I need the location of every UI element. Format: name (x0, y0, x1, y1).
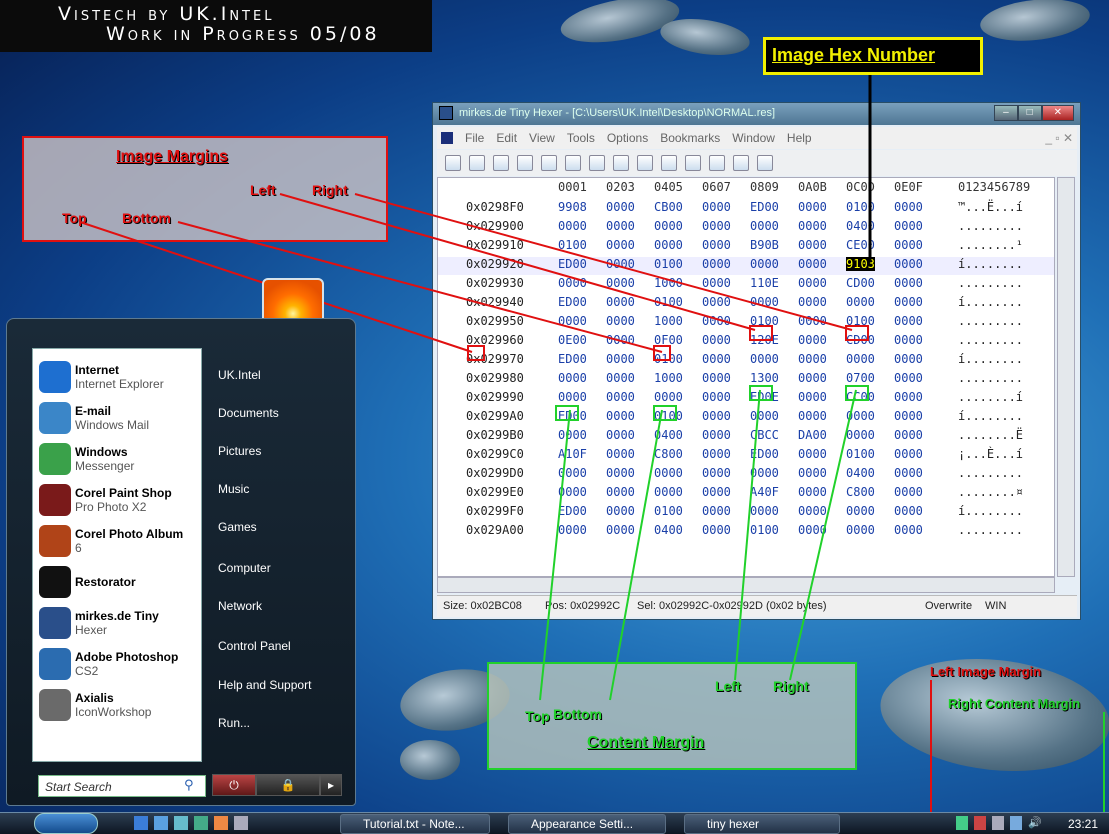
start-menu-link[interactable]: Control Panel (218, 639, 291, 653)
quicklaunch-icon[interactable] (174, 816, 188, 830)
tray-icon[interactable] (992, 816, 1004, 830)
iconworkshop-icon (39, 689, 71, 721)
mail-icon (39, 402, 71, 434)
start-button[interactable] (34, 813, 98, 834)
program-name: Internet (75, 363, 120, 377)
program-sub: Pro Photo X2 (75, 500, 147, 514)
program-name: Restorator (75, 575, 136, 589)
photo-album-icon (39, 525, 71, 557)
arrow-right-icon: ▶ (40, 736, 50, 750)
lock-button[interactable]: 🔒 (256, 774, 320, 796)
start-program-item[interactable]: Corel Photo Album 6 (33, 521, 201, 561)
taskbar-item-label: Tutorial.txt - Note... (363, 817, 465, 831)
taskbar-item-notepad[interactable]: Tutorial.txt - Note... (340, 814, 490, 834)
image-bottom-marker (653, 345, 671, 361)
start-menu-link[interactable]: Documents (218, 406, 279, 420)
paint-shop-icon (39, 484, 71, 516)
start-menu-link[interactable]: Help and Support (218, 678, 311, 692)
content-right-line (789, 389, 857, 681)
program-sub: Internet Explorer (75, 377, 164, 391)
start-program-item[interactable]: Restorator (33, 562, 201, 602)
quicklaunch-icon[interactable] (214, 816, 228, 830)
program-name: Corel Photo Album (75, 527, 184, 541)
start-menu-programs: Internet Internet Explorer E-mail Windows M… (32, 348, 202, 762)
start-menu-link[interactable]: Music (218, 482, 249, 496)
start-program-item[interactable]: Axialis IconWorkshop (33, 685, 201, 725)
content-right-marker (845, 385, 869, 401)
image-right-line (354, 193, 853, 331)
volume-icon[interactable]: 🔊 (1028, 816, 1042, 830)
content-bottom-line (609, 409, 663, 701)
taskbar-item-label: Appearance Setti... (531, 817, 634, 831)
program-name: E-mail (75, 404, 112, 418)
start-program-item[interactable]: Windows Messenger (33, 439, 201, 479)
program-sub: Hexer (75, 623, 108, 637)
program-sub: CS2 (75, 664, 99, 678)
quicklaunch-icon[interactable] (234, 816, 248, 830)
clock[interactable]: 23:21 (1068, 817, 1098, 831)
taskbar-item-label: tiny hexer (707, 817, 760, 831)
system-tray: 🔊 (956, 816, 1042, 830)
tray-icon[interactable] (974, 816, 986, 830)
start-program-item[interactable]: Adobe Photoshop CS2 (33, 644, 201, 684)
program-name: Axialis (75, 691, 114, 705)
messenger-icon (39, 443, 71, 475)
internet-explorer-icon (39, 361, 71, 393)
quicklaunch-icon[interactable] (154, 816, 168, 830)
image-left-marker (749, 325, 773, 341)
power-options-button[interactable]: ▸ (320, 774, 342, 796)
start-program-item[interactable]: mirkes.de Tiny Hexer (33, 603, 201, 643)
program-name: Windows (75, 445, 128, 459)
content-top-line (539, 409, 571, 701)
start-menu-link[interactable]: Run... (218, 716, 250, 730)
content-top-marker (555, 405, 579, 421)
content-bottom-marker (653, 405, 677, 421)
photoshop-icon (39, 648, 71, 680)
content-left-marker (749, 385, 773, 401)
image-top-marker (467, 345, 485, 361)
power-button[interactable]: ⏻ (212, 774, 256, 796)
start-program-item[interactable]: E-mail Windows Mail (33, 398, 201, 438)
program-sub: Windows Mail (75, 418, 150, 432)
start-search-input[interactable]: Start Search (38, 775, 206, 797)
taskbar-item-appearance[interactable]: Appearance Setti... (508, 814, 666, 834)
program-name: Adobe Photoshop (75, 650, 179, 664)
quicklaunch-icon[interactable] (134, 816, 148, 830)
taskbar-item-tiny-hexer[interactable]: tiny hexer (684, 814, 840, 834)
restorator-icon (39, 566, 71, 598)
network-icon[interactable] (1010, 816, 1022, 830)
program-sub: Messenger (75, 459, 135, 473)
tray-icon[interactable] (956, 816, 968, 830)
start-program-item[interactable]: Corel Paint Shop Pro Photo X2 (33, 480, 201, 520)
start-menu-link[interactable]: Network (218, 599, 262, 613)
quick-launch (134, 816, 324, 832)
search-icon[interactable]: ⚲ (184, 778, 194, 793)
all-programs-label: All Programs (67, 736, 142, 750)
program-name: mirkes.de Tiny (75, 609, 159, 623)
image-right-marker (845, 325, 869, 341)
quicklaunch-icon[interactable] (194, 816, 208, 830)
program-name: Corel Paint Shop (75, 486, 172, 500)
start-menu-link[interactable]: Pictures (218, 444, 261, 458)
start-program-item[interactable]: Internet Internet Explorer (33, 357, 201, 397)
power-buttons: ⏻ 🔒 ▸ (212, 774, 350, 796)
start-menu-link[interactable]: Games (218, 520, 257, 534)
program-sub: IconWorkshop (75, 705, 152, 719)
program-sub: 6 (75, 541, 82, 555)
image-left-line (279, 193, 756, 331)
all-programs-button[interactable]: ▶ All Programs (40, 736, 200, 758)
start-menu-link[interactable]: UK.Intel (218, 368, 261, 382)
content-left-line (734, 389, 761, 681)
start-menu-link[interactable]: Computer (218, 561, 271, 575)
tiny-hexer-icon (39, 607, 71, 639)
